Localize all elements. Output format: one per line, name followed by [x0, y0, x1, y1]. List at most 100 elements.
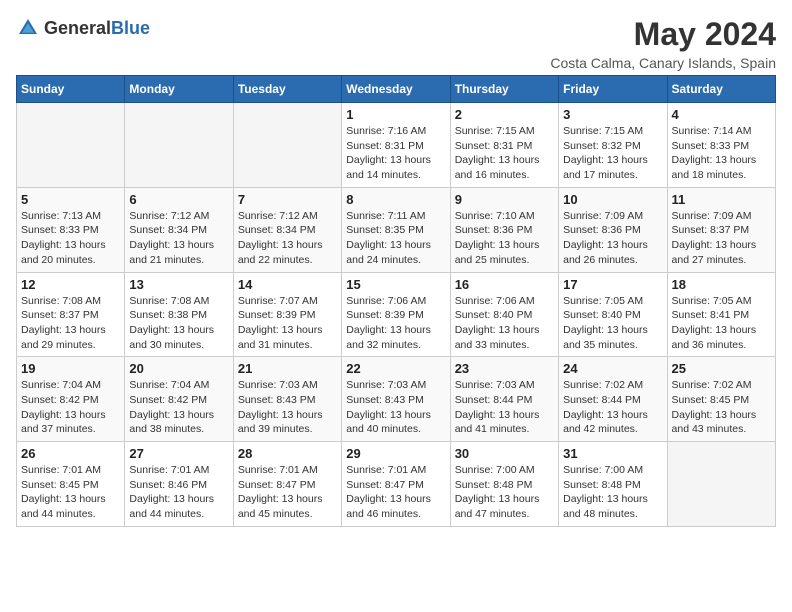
header-row: SundayMondayTuesdayWednesdayThursdayFrid… [17, 76, 776, 103]
title-block: May 2024 Costa Calma, Canary Islands, Sp… [550, 16, 776, 71]
day-number: 16 [455, 277, 554, 292]
calendar-cell: 22Sunrise: 7:03 AM Sunset: 8:43 PM Dayli… [342, 357, 450, 442]
day-info: Sunrise: 7:10 AM Sunset: 8:36 PM Dayligh… [455, 209, 554, 268]
day-number: 15 [346, 277, 445, 292]
day-info: Sunrise: 7:04 AM Sunset: 8:42 PM Dayligh… [129, 378, 228, 437]
calendar-cell: 27 Sunrise: 7:01 AM Sunset: 8:46 PM Dayli… [125, 442, 233, 527]
page-header: GeneralBlue May 2024 Costa Calma, Canary… [16, 16, 776, 71]
calendar-cell: 10Sunrise: 7:09 AM Sunset: 8:36 PM Dayli… [559, 187, 667, 272]
day-info: Sunrise: 7:01 AM Sunset: 8:47 PM Dayligh… [346, 463, 445, 522]
calendar-cell: 19Sunrise: 7:04 AM Sunset: 8:42 PM Dayli… [17, 357, 125, 442]
day-number: 14 [238, 277, 337, 292]
header-day-tuesday: Tuesday [233, 76, 341, 103]
main-title: May 2024 [550, 16, 776, 53]
day-info: Sunrise: 7:15 AM Sunset: 8:31 PM Dayligh… [455, 124, 554, 183]
header-day-wednesday: Wednesday [342, 76, 450, 103]
day-info: Sunrise: 7:06 AM Sunset: 8:40 PM Dayligh… [455, 294, 554, 353]
day-info: Sunrise: 7:09 AM Sunset: 8:37 PM Dayligh… [672, 209, 771, 268]
day-number: 19 [21, 361, 120, 376]
calendar-cell: 18 Sunrise: 7:05 AM Sunset: 8:41 PM Dayli… [667, 272, 775, 357]
day-info: Sunrise: 7:08 AM Sunset: 8:37 PM Dayligh… [21, 294, 120, 353]
calendar-cell: 24 Sunrise: 7:02 AM Sunset: 8:44 PM Dayli… [559, 357, 667, 442]
calendar-cell [667, 442, 775, 527]
day-number: 7 [238, 192, 337, 207]
day-number: 17 [563, 277, 662, 292]
calendar-table: SundayMondayTuesdayWednesdayThursdayFrid… [16, 75, 776, 527]
day-info: Sunrise: 7:00 AM Sunset: 8:48 PM Dayligh… [455, 463, 554, 522]
day-number: 18 [672, 277, 771, 292]
day-number: 13 [129, 277, 228, 292]
calendar-cell: 11 Sunrise: 7:09 AM Sunset: 8:37 PM Dayli… [667, 187, 775, 272]
day-number: 27 [129, 446, 228, 461]
week-row-5: 26 Sunrise: 7:01 AM Sunset: 8:45 PM Dayli… [17, 442, 776, 527]
calendar-cell [233, 103, 341, 188]
day-info: Sunrise: 7:06 AM Sunset: 8:39 PM Dayligh… [346, 294, 445, 353]
day-number: 30 [455, 446, 554, 461]
day-info: Sunrise: 7:08 AM Sunset: 8:38 PM Dayligh… [129, 294, 228, 353]
calendar-cell: 23Sunrise: 7:03 AM Sunset: 8:44 PM Dayli… [450, 357, 558, 442]
logo-text-general: General [44, 18, 111, 38]
day-number: 8 [346, 192, 445, 207]
calendar-cell: 30 Sunrise: 7:00 AM Sunset: 8:48 PM Dayli… [450, 442, 558, 527]
subtitle: Costa Calma, Canary Islands, Spain [550, 55, 776, 71]
day-info: Sunrise: 7:15 AM Sunset: 8:32 PM Dayligh… [563, 124, 662, 183]
day-number: 12 [21, 277, 120, 292]
calendar-cell: 13 Sunrise: 7:08 AM Sunset: 8:38 PM Dayli… [125, 272, 233, 357]
day-number: 1 [346, 107, 445, 122]
day-info: Sunrise: 7:01 AM Sunset: 8:46 PM Dayligh… [129, 463, 228, 522]
day-info: Sunrise: 7:01 AM Sunset: 8:47 PM Dayligh… [238, 463, 337, 522]
calendar-cell: 15 Sunrise: 7:06 AM Sunset: 8:39 PM Dayli… [342, 272, 450, 357]
week-row-3: 12 Sunrise: 7:08 AM Sunset: 8:37 PM Dayli… [17, 272, 776, 357]
day-number: 2 [455, 107, 554, 122]
day-number: 22 [346, 361, 445, 376]
calendar-cell: 1 Sunrise: 7:16 AM Sunset: 8:31 PM Daylig… [342, 103, 450, 188]
day-number: 5 [21, 192, 120, 207]
day-info: Sunrise: 7:12 AM Sunset: 8:34 PM Dayligh… [238, 209, 337, 268]
calendar-cell: 31 Sunrise: 7:00 AM Sunset: 8:48 PM Dayli… [559, 442, 667, 527]
day-info: Sunrise: 7:02 AM Sunset: 8:44 PM Dayligh… [563, 378, 662, 437]
calendar-cell: 12 Sunrise: 7:08 AM Sunset: 8:37 PM Dayli… [17, 272, 125, 357]
day-info: Sunrise: 7:09 AM Sunset: 8:36 PM Dayligh… [563, 209, 662, 268]
calendar-cell: 7 Sunrise: 7:12 AM Sunset: 8:34 PM Daylig… [233, 187, 341, 272]
calendar-body: 1 Sunrise: 7:16 AM Sunset: 8:31 PM Daylig… [17, 103, 776, 527]
day-info: Sunrise: 7:05 AM Sunset: 8:41 PM Dayligh… [672, 294, 771, 353]
day-info: Sunrise: 7:01 AM Sunset: 8:45 PM Dayligh… [21, 463, 120, 522]
day-number: 20 [129, 361, 228, 376]
day-number: 31 [563, 446, 662, 461]
calendar-cell: 5 Sunrise: 7:13 AM Sunset: 8:33 PM Daylig… [17, 187, 125, 272]
day-info: Sunrise: 7:02 AM Sunset: 8:45 PM Dayligh… [672, 378, 771, 437]
calendar-cell: 4Sunrise: 7:14 AM Sunset: 8:33 PM Daylig… [667, 103, 775, 188]
day-number: 11 [672, 192, 771, 207]
week-row-4: 19 Sunrise: 7:04 AM Sunset: 8:42 PM Dayli… [17, 357, 776, 442]
calendar-cell: 26 Sunrise: 7:01 AM Sunset: 8:45 PM Dayli… [17, 442, 125, 527]
day-info: Sunrise: 7:12 AM Sunset: 8:34 PM Dayligh… [129, 209, 228, 268]
calendar-cell [17, 103, 125, 188]
calendar-cell: 16 Sunrise: 7:06 AM Sunset: 8:40 PM Dayli… [450, 272, 558, 357]
header-day-monday: Monday [125, 76, 233, 103]
calendar-cell: 25 Sunrise: 7:02 AM Sunset: 8:45 PM Dayli… [667, 357, 775, 442]
calendar-cell: 3Sunrise: 7:15 AM Sunset: 8:32 PM Daylig… [559, 103, 667, 188]
calendar-cell: 21Sunrise: 7:03 AM Sunset: 8:43 PM Dayli… [233, 357, 341, 442]
day-info: Sunrise: 7:11 AM Sunset: 8:35 PM Dayligh… [346, 209, 445, 268]
calendar-cell: 17Sunrise: 7:05 AM Sunset: 8:40 PM Dayli… [559, 272, 667, 357]
day-number: 29 [346, 446, 445, 461]
logo-text-blue: Blue [111, 18, 150, 38]
day-info: Sunrise: 7:14 AM Sunset: 8:33 PM Dayligh… [672, 124, 771, 183]
calendar-cell: 14 Sunrise: 7:07 AM Sunset: 8:39 PM Dayli… [233, 272, 341, 357]
day-number: 24 [563, 361, 662, 376]
calendar-cell [125, 103, 233, 188]
week-row-2: 5 Sunrise: 7:13 AM Sunset: 8:33 PM Daylig… [17, 187, 776, 272]
calendar-cell: 29 Sunrise: 7:01 AM Sunset: 8:47 PM Dayli… [342, 442, 450, 527]
day-info: Sunrise: 7:13 AM Sunset: 8:33 PM Dayligh… [21, 209, 120, 268]
day-info: Sunrise: 7:07 AM Sunset: 8:39 PM Dayligh… [238, 294, 337, 353]
day-number: 26 [21, 446, 120, 461]
day-info: Sunrise: 7:00 AM Sunset: 8:48 PM Dayligh… [563, 463, 662, 522]
day-number: 25 [672, 361, 771, 376]
day-number: 9 [455, 192, 554, 207]
header-day-friday: Friday [559, 76, 667, 103]
day-info: Sunrise: 7:16 AM Sunset: 8:31 PM Dayligh… [346, 124, 445, 183]
logo-icon [16, 16, 40, 40]
calendar-cell: 6Sunrise: 7:12 AM Sunset: 8:34 PM Daylig… [125, 187, 233, 272]
calendar-header: SundayMondayTuesdayWednesdayThursdayFrid… [17, 76, 776, 103]
day-number: 28 [238, 446, 337, 461]
